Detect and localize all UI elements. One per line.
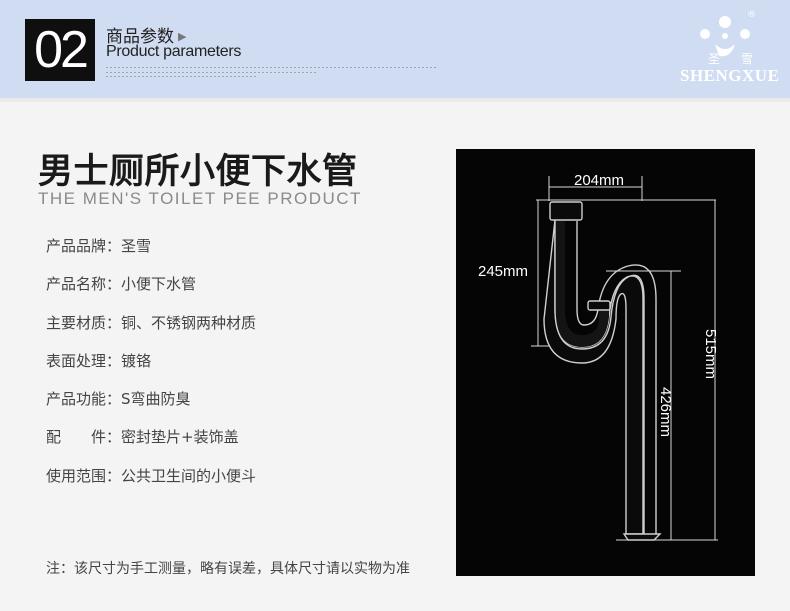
param-material: 主要材质：铜、不锈钢两种材质 (46, 313, 257, 332)
param-name: 产品名称：小便下水管 (46, 275, 197, 294)
decorative-line (106, 67, 436, 68)
logo-cn-char-1: 圣 (708, 52, 721, 66)
decorative-line (106, 76, 256, 77)
pipe-nut (587, 300, 611, 311)
registered-mark: ® (747, 10, 756, 20)
header-divider (0, 98, 790, 102)
section-title-en: Product parameters (106, 43, 242, 60)
dimension-diagram: 204mm 245mm 426mm 515mm (456, 149, 755, 576)
param-accessories: 配 件：密封垫片+装饰盖 (46, 428, 239, 447)
header-banner: 02 商品参数 ▶ Product parameters 圣 雪 ® SHENGX… (0, 0, 790, 98)
logo-cn-char-2: 雪 (741, 52, 754, 66)
logo-brand-en: SHENGXUE (680, 66, 780, 85)
pipe-cap (549, 201, 583, 221)
section-number: 02 (25, 19, 95, 81)
parameter-list: 产品品牌：圣雪 产品名称：小便下水管 主要材质：铜、不锈钢两种材质 表面处理：镀… (46, 235, 256, 503)
dim-label-width: 204mm (574, 172, 624, 189)
dim-label-bend: 245mm (478, 263, 528, 280)
play-arrow-icon: ▶ (178, 30, 187, 43)
param-function: 产品功能：S弯曲防臭 (46, 390, 191, 409)
decorative-line (106, 72, 316, 73)
measurement-note: 注：该尺寸为手工测量，略有误差，具体尺寸请以实物为准 (46, 561, 410, 577)
dim-label-drop: 426mm (657, 387, 674, 437)
dim-label-total: 515mm (702, 329, 719, 379)
product-title: 男士厕所小便下水管 (38, 152, 358, 192)
param-brand: 产品品牌：圣雪 (46, 237, 152, 255)
param-surface: 表面处理：镀铬 (46, 351, 152, 370)
pipe-end (622, 533, 662, 541)
pipe-diagram-svg: 204mm 245mm 426mm 515mm (478, 172, 719, 541)
product-subtitle-en: THE MEN'S TOILET PEE PRODUCT (38, 189, 362, 208)
param-usage: 使用范围：公共卫生间的小便斗 (46, 466, 257, 485)
